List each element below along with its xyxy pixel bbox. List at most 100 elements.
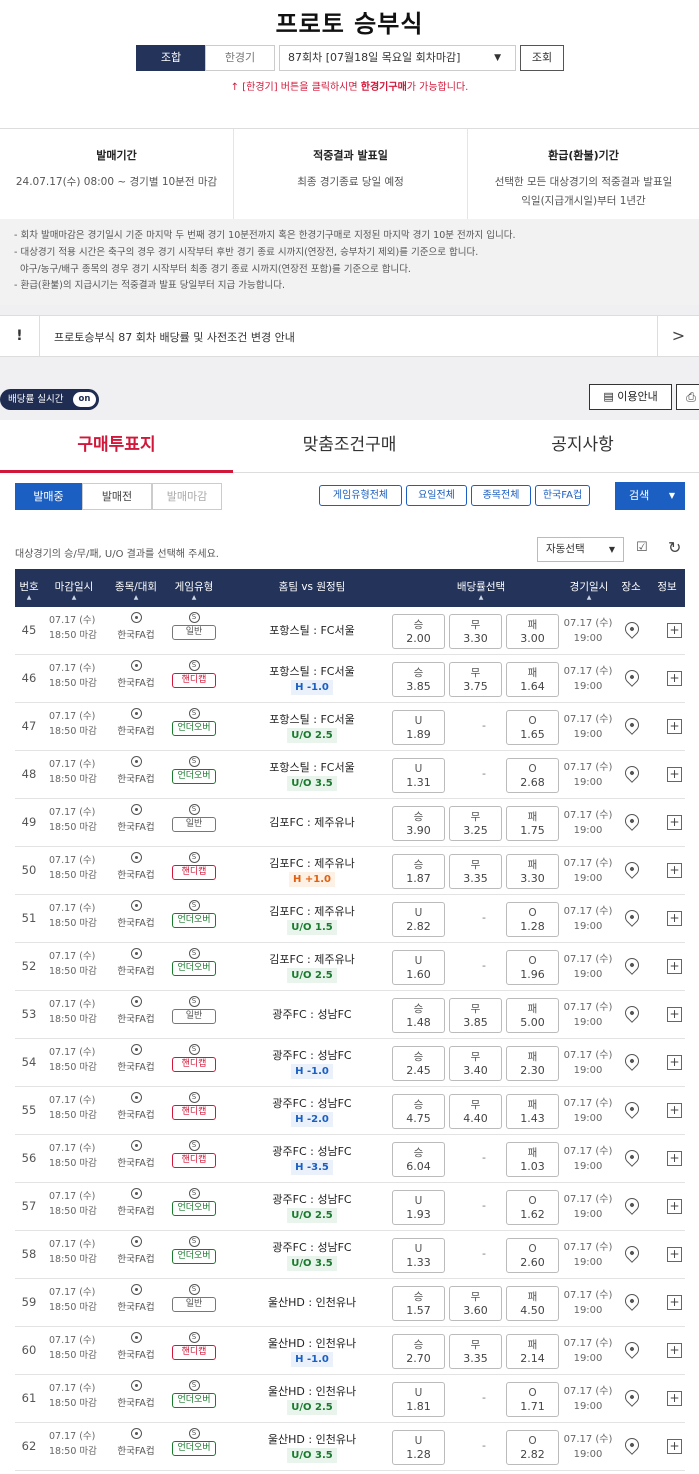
location-pin-icon[interactable] <box>622 811 642 831</box>
location-pin-icon[interactable] <box>622 1147 642 1167</box>
plus-icon[interactable]: + <box>667 815 682 830</box>
odds-away-button[interactable]: 패 3.00 <box>506 614 559 649</box>
plus-icon[interactable]: + <box>667 671 682 686</box>
plus-icon[interactable]: + <box>667 1151 682 1166</box>
location-pin-icon[interactable] <box>622 1003 642 1023</box>
plus-icon[interactable]: + <box>667 959 682 974</box>
guide-button[interactable]: ▤ 이용안내 <box>589 384 672 410</box>
location-pin-icon[interactable] <box>622 1339 642 1359</box>
odds-home-button[interactable]: U 1.81 <box>392 1382 445 1417</box>
plus-icon[interactable]: + <box>667 1343 682 1358</box>
odds-home-button[interactable]: 승 2.45 <box>392 1046 445 1081</box>
odds-away-button[interactable]: O 1.71 <box>506 1382 559 1417</box>
single-game-tab-button[interactable]: 한경기 <box>205 45 275 71</box>
location-pin-icon[interactable] <box>622 859 642 879</box>
print-icon[interactable]: ⎙ <box>676 384 699 410</box>
odds-away-button[interactable]: O 2.60 <box>506 1238 559 1273</box>
status-tab-closed[interactable]: 발매마감 <box>152 483 222 510</box>
odds-away-button[interactable]: 패 1.43 <box>506 1094 559 1129</box>
plus-icon[interactable]: + <box>667 623 682 638</box>
plus-icon[interactable]: + <box>667 1103 682 1118</box>
location-pin-icon[interactable] <box>622 1195 642 1215</box>
status-tab-pre-sale[interactable]: 발매전 <box>82 483 152 510</box>
odds-away-button[interactable]: O 1.96 <box>506 950 559 985</box>
plus-icon[interactable]: + <box>667 863 682 878</box>
location-pin-icon[interactable] <box>622 907 642 927</box>
odds-home-button[interactable]: 승 3.85 <box>392 662 445 697</box>
col-number[interactable]: 번호 ▲ <box>15 569 43 607</box>
tab-notice[interactable]: 공지사항 <box>466 420 699 473</box>
filter-day[interactable]: 요일전체 <box>406 485 467 506</box>
odds-away-button[interactable]: 패 1.75 <box>506 806 559 841</box>
odds-away-button[interactable]: 패 5.00 <box>506 998 559 1033</box>
odds-home-button[interactable]: U 1.28 <box>392 1430 445 1465</box>
tab-custom-purchase[interactable]: 맞춤조건구매 <box>233 420 466 473</box>
col-game-date[interactable]: 경기일시 ▲ <box>563 569 615 607</box>
odds-home-button[interactable]: U 1.31 <box>392 758 445 793</box>
odds-away-button[interactable]: O 1.65 <box>506 710 559 745</box>
location-pin-icon[interactable] <box>622 1051 642 1071</box>
location-pin-icon[interactable] <box>622 1435 642 1455</box>
location-pin-icon[interactable] <box>622 667 642 687</box>
filter-game-type[interactable]: 게임유형전체 <box>319 485 402 506</box>
filter-sport[interactable]: 종목전체 <box>471 485 531 506</box>
location-pin-icon[interactable] <box>622 1099 642 1119</box>
auto-select-dropdown[interactable]: 자동선택 ▼ <box>537 537 624 562</box>
odds-home-button[interactable]: 승 2.70 <box>392 1334 445 1369</box>
odds-away-button[interactable]: O 2.68 <box>506 758 559 793</box>
realtime-odds-toggle[interactable]: 배당률 실시간 on <box>0 389 99 410</box>
odds-away-button[interactable]: O 2.82 <box>506 1430 559 1465</box>
odds-draw-button[interactable]: 무 3.60 <box>449 1286 502 1321</box>
odds-home-button[interactable]: U 1.33 <box>392 1238 445 1273</box>
odds-draw-button[interactable]: 무 3.30 <box>449 614 502 649</box>
odds-home-button[interactable]: U 1.60 <box>392 950 445 985</box>
location-pin-icon[interactable] <box>622 1291 642 1311</box>
plus-icon[interactable]: + <box>667 1007 682 1022</box>
odds-home-button[interactable]: U 1.89 <box>392 710 445 745</box>
plus-icon[interactable]: + <box>667 1295 682 1310</box>
odds-away-button[interactable]: 패 4.50 <box>506 1286 559 1321</box>
location-pin-icon[interactable] <box>622 619 642 639</box>
odds-draw-button[interactable]: 무 3.35 <box>449 854 502 889</box>
odds-home-button[interactable]: 승 1.57 <box>392 1286 445 1321</box>
tab-buy-slip[interactable]: 구매투표지 <box>0 420 233 473</box>
odds-away-button[interactable]: 패 1.64 <box>506 662 559 697</box>
plus-icon[interactable]: + <box>667 911 682 926</box>
odds-away-button[interactable]: 패 3.30 <box>506 854 559 889</box>
odds-away-button[interactable]: 패 2.14 <box>506 1334 559 1369</box>
odds-home-button[interactable]: U 2.82 <box>392 902 445 937</box>
location-pin-icon[interactable] <box>622 955 642 975</box>
odds-home-button[interactable]: 승 1.48 <box>392 998 445 1033</box>
checklist-icon[interactable]: ☑ <box>636 540 656 560</box>
plus-icon[interactable]: + <box>667 1055 682 1070</box>
col-close-time[interactable]: 마감일시 ▲ <box>47 569 101 607</box>
plus-icon[interactable]: + <box>667 1247 682 1262</box>
refresh-icon[interactable]: ↻ <box>668 538 688 558</box>
chevron-right-icon[interactable]: > <box>657 316 699 356</box>
odds-draw-button[interactable]: 무 3.35 <box>449 1334 502 1369</box>
combo-tab-button[interactable]: 조합 <box>136 45 206 71</box>
location-pin-icon[interactable] <box>622 1243 642 1263</box>
odds-draw-button[interactable]: 무 3.85 <box>449 998 502 1033</box>
col-competition[interactable]: 종목/대회 ▲ <box>105 569 167 607</box>
location-pin-icon[interactable] <box>622 1387 642 1407</box>
odds-draw-button[interactable]: 무 4.40 <box>449 1094 502 1129</box>
odds-away-button[interactable]: O 1.62 <box>506 1190 559 1225</box>
odds-home-button[interactable]: 승 1.87 <box>392 854 445 889</box>
odds-home-button[interactable]: 승 6.04 <box>392 1142 445 1177</box>
search-button[interactable]: 조회 <box>520 45 564 71</box>
notice-text[interactable]: 프로토승부식 87 회차 배당률 및 사전조건 변경 안내 <box>54 329 295 345</box>
plus-icon[interactable]: + <box>667 1199 682 1214</box>
plus-icon[interactable]: + <box>667 767 682 782</box>
notice-banner[interactable]: ! 프로토승부식 87 회차 배당률 및 사전조건 변경 안내 > <box>0 315 699 357</box>
status-tab-on-sale[interactable]: 발매중 <box>15 483 82 510</box>
plus-icon[interactable]: + <box>667 1391 682 1406</box>
filter-search-button[interactable]: 검색 ▼ <box>615 482 685 510</box>
odds-draw-button[interactable]: 무 3.75 <box>449 662 502 697</box>
odds-away-button[interactable]: O 1.28 <box>506 902 559 937</box>
plus-icon[interactable]: + <box>667 719 682 734</box>
odds-home-button[interactable]: 승 4.75 <box>392 1094 445 1129</box>
round-select[interactable]: 87회차 [07월18일 목요일 회차마감] ▼ <box>279 45 516 71</box>
location-pin-icon[interactable] <box>622 763 642 783</box>
odds-home-button[interactable]: U 1.93 <box>392 1190 445 1225</box>
